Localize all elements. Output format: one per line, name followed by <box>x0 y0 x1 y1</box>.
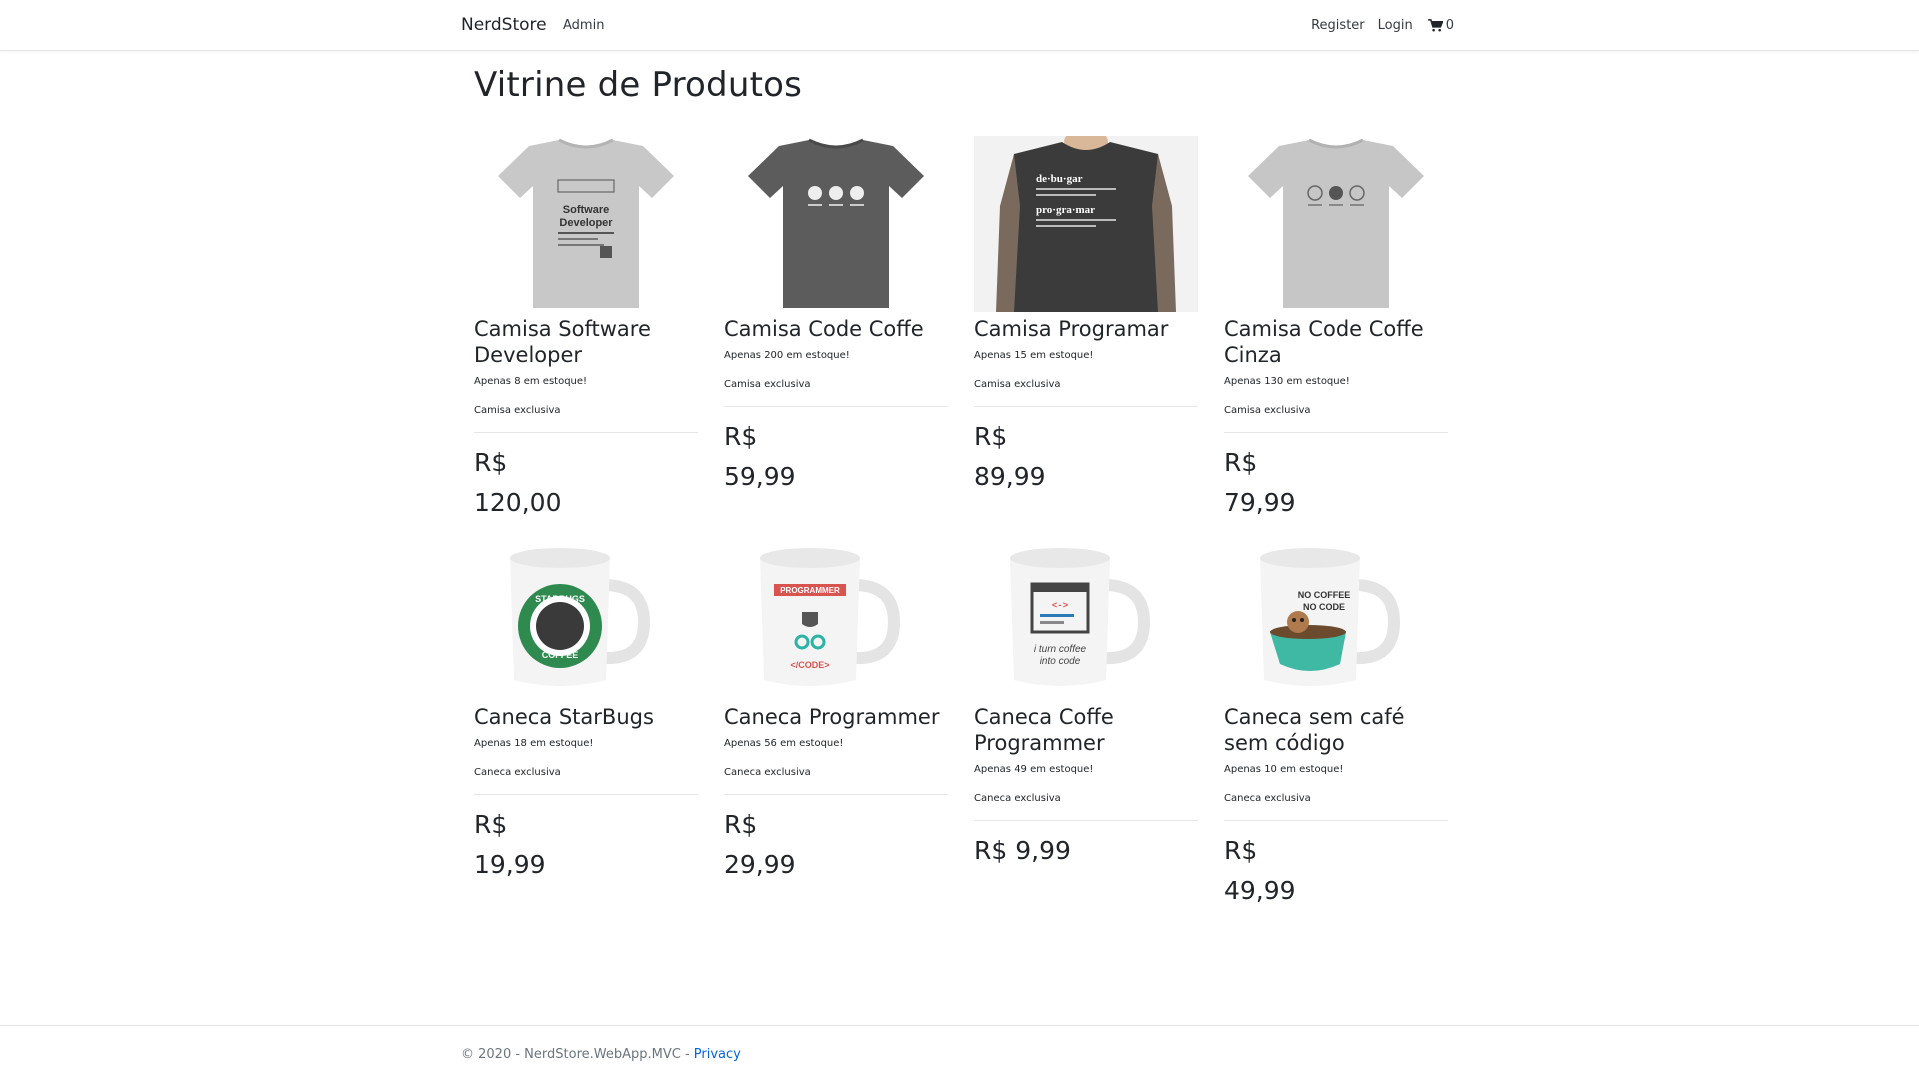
shopping-cart-icon <box>1427 19 1443 32</box>
product-image[interactable]: PROGRAMMER </CODE> <box>724 540 948 700</box>
page-footer: © 2020 - NerdStore.WebApp.MVC - Privacy <box>0 1025 1919 1080</box>
product-price: R$ 49,99 <box>1224 836 1296 905</box>
product-name[interactable]: Caneca Coffe Programmer <box>974 704 1198 756</box>
product-description: Camisa exclusiva <box>724 379 811 390</box>
product-card: NO COFFEE NO CODE Caneca sem café sem có… <box>1224 540 1448 911</box>
page-title: Vitrine de Produtos <box>474 65 803 105</box>
svg-text:PROGRAMMER: PROGRAMMER <box>780 586 840 595</box>
product-stock: Apenas 56 em estoque! <box>724 738 844 749</box>
nav-right-group: Register Login 0 <box>1298 18 1454 33</box>
product-card: Camisa Code Coffe Apenas 200 em estoque!… <box>724 136 948 497</box>
svg-text:STARBUGS: STARBUGS <box>535 594 585 604</box>
product-card: Camisa Code Coffe Cinza Apenas 130 em es… <box>1224 136 1448 523</box>
svg-text:COFFEE: COFFEE <box>542 650 579 660</box>
product-image[interactable]: <-> i turn coffee into code <box>974 540 1198 700</box>
product-price: R$ 19,99 <box>474 810 546 879</box>
product-description: Camisa exclusiva <box>1224 405 1311 416</box>
product-image[interactable]: NO COFFEE NO CODE <box>1224 540 1448 700</box>
product-description: Camisa exclusiva <box>474 405 561 416</box>
cart-link[interactable]: 0 <box>1427 18 1454 33</box>
product-name[interactable]: Camisa Code Coffe <box>724 316 948 342</box>
mug-coffee-programmer-icon: <-> i turn coffee into code <box>1010 548 1151 686</box>
product-description: Caneca exclusiva <box>724 767 811 778</box>
svg-text:Developer: Developer <box>559 217 613 229</box>
product-image[interactable] <box>1224 136 1448 312</box>
svg-text:Software: Software <box>563 204 609 216</box>
product-name[interactable]: Camisa Programar <box>974 316 1198 342</box>
card-divider <box>1224 432 1448 433</box>
navbar-container: NerdStore Admin Register Login 0 <box>461 0 1454 50</box>
product-name[interactable]: Camisa Software Developer <box>474 316 698 368</box>
product-description: Caneca exclusiva <box>474 767 561 778</box>
product-price: R$ 120,00 <box>474 448 562 517</box>
product-stock: Apenas 200 em estoque! <box>724 350 850 361</box>
product-description: Camisa exclusiva <box>974 379 1061 390</box>
nav-admin-link[interactable]: Admin <box>563 18 604 33</box>
product-card: de·bu·gar pro·gra·mar Camisa Programar A… <box>974 136 1198 497</box>
svg-text:pro·gra·mar: pro·gra·mar <box>1036 204 1095 216</box>
mug-programmer-icon: PROGRAMMER </CODE> <box>760 548 901 686</box>
mug-starbugs-icon: STARBUGS COFFEE <box>510 548 651 686</box>
mug-no-coffee-no-code-icon: NO COFFEE NO CODE <box>1260 548 1401 686</box>
brand-link[interactable]: NerdStore <box>461 15 547 35</box>
tshirt-code-coffe-grey-icon <box>1248 138 1424 308</box>
card-divider <box>474 794 698 795</box>
product-card: STARBUGS COFFEE Caneca StarBugs Apenas 1… <box>474 540 698 885</box>
product-card: PROGRAMMER </CODE> Caneca Programmer Ape… <box>724 540 948 885</box>
product-card: Software Developer Camisa Software Devel… <box>474 136 698 523</box>
product-stock: Apenas 130 em estoque! <box>1224 376 1350 387</box>
product-price: R$ 59,99 <box>724 422 796 491</box>
product-image[interactable]: Software Developer <box>474 136 698 312</box>
product-stock: Apenas 8 em estoque! <box>474 376 588 387</box>
svg-text:NO COFFEE: NO COFFEE <box>1298 590 1351 600</box>
card-divider <box>724 794 948 795</box>
card-divider <box>974 406 1198 407</box>
product-description: Caneca exclusiva <box>974 793 1061 804</box>
product-stock: Apenas 15 em estoque! <box>974 350 1094 361</box>
tshirt-code-coffe-dark-icon <box>748 138 924 308</box>
nav-login-link[interactable]: Login <box>1378 18 1413 33</box>
product-name[interactable]: Caneca sem café sem código <box>1224 704 1448 756</box>
product-name[interactable]: Caneca StarBugs <box>474 704 698 730</box>
top-navbar: NerdStore Admin Register Login 0 <box>0 0 1919 51</box>
svg-text:</CODE>: </CODE> <box>790 660 829 670</box>
svg-text:NO CODE: NO CODE <box>1303 602 1345 612</box>
card-divider <box>724 406 948 407</box>
product-card: <-> i turn coffee into code Caneca Coffe… <box>974 540 1198 871</box>
svg-text:de·bu·gar: de·bu·gar <box>1036 173 1083 185</box>
product-price: R$ 89,99 <box>974 422 1046 491</box>
tshirt-software-developer-icon: Software Developer <box>498 138 674 308</box>
product-name[interactable]: Camisa Code Coffe Cinza <box>1224 316 1448 368</box>
footer-text: © 2020 - NerdStore.WebApp.MVC - Privacy <box>461 1047 741 1062</box>
product-stock: Apenas 18 em estoque! <box>474 738 594 749</box>
product-stock: Apenas 10 em estoque! <box>1224 764 1344 775</box>
card-divider <box>974 820 1198 821</box>
product-price: R$ 29,99 <box>724 810 796 879</box>
footer-copyright: © 2020 - NerdStore.WebApp.MVC - <box>461 1047 694 1062</box>
card-divider <box>474 432 698 433</box>
product-image[interactable]: STARBUGS COFFEE <box>474 540 698 700</box>
privacy-link[interactable]: Privacy <box>694 1047 741 1062</box>
cart-count: 0 <box>1445 18 1454 33</box>
svg-text:into code: into code <box>1040 656 1081 667</box>
svg-text:<->: <-> <box>1052 601 1068 611</box>
card-divider <box>1224 820 1448 821</box>
product-description: Caneca exclusiva <box>1224 793 1311 804</box>
product-image[interactable] <box>724 136 948 312</box>
nav-register-link[interactable]: Register <box>1311 18 1365 33</box>
product-name[interactable]: Caneca Programmer <box>724 704 948 730</box>
product-stock: Apenas 49 em estoque! <box>974 764 1094 775</box>
tshirt-programar-icon: de·bu·gar pro·gra·mar <box>974 136 1198 312</box>
svg-text:i turn coffee: i turn coffee <box>1034 644 1087 655</box>
product-price: R$ 79,99 <box>1224 448 1296 517</box>
product-image[interactable]: de·bu·gar pro·gra·mar <box>974 136 1198 312</box>
product-price: R$ 9,99 <box>974 836 1071 865</box>
